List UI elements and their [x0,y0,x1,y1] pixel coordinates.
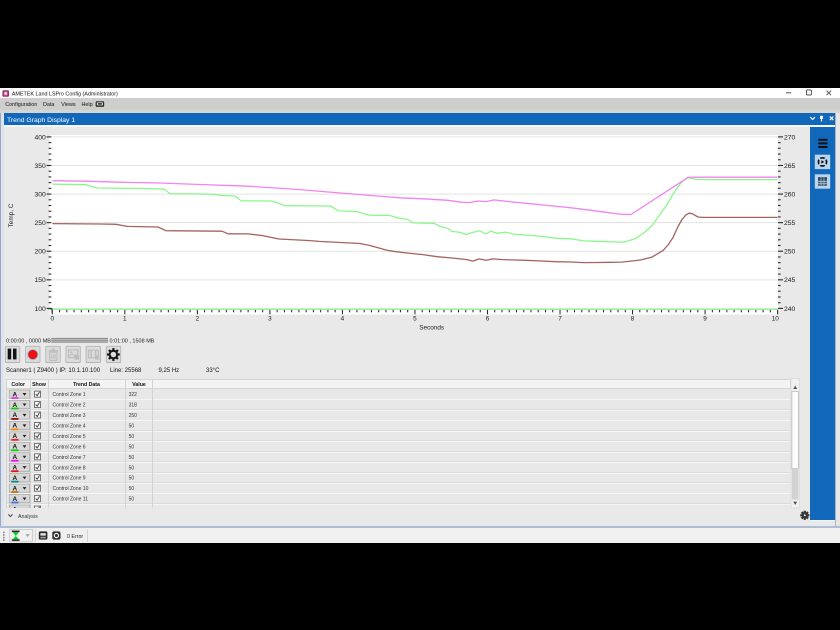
svg-text:Control Zone 11: Control Zone 11 [53,497,89,503]
svg-text:Views: Views [61,102,76,108]
svg-text:270: 270 [784,134,796,141]
svg-text:Control Zone 8: Control Zone 8 [53,465,86,471]
svg-text:4: 4 [341,316,345,323]
svg-text:10: 10 [772,316,780,323]
svg-text:0:01:00 , 1508 MB: 0:01:00 , 1508 MB [110,338,155,344]
svg-text:240: 240 [784,306,796,313]
svg-text:Control Zone 2: Control Zone 2 [53,403,86,409]
svg-text:Line: 25568: Line: 25568 [110,368,142,374]
svg-text:100: 100 [34,306,46,313]
svg-text:50: 50 [129,497,135,503]
svg-text:7: 7 [558,316,562,323]
svg-text:Color: Color [11,382,25,388]
svg-text:2: 2 [196,316,200,323]
svg-text:Control Zone 10: Control Zone 10 [53,486,89,492]
svg-text:250: 250 [784,249,796,256]
svg-text:150: 150 [34,277,46,284]
svg-text:50: 50 [129,434,135,440]
svg-text:3: 3 [268,316,272,323]
svg-text:Configuration: Configuration [5,102,37,108]
svg-text:265: 265 [784,163,796,170]
svg-text:6: 6 [486,316,490,323]
svg-text:322: 322 [129,392,138,398]
svg-text:Trend Graph Display 1: Trend Graph Display 1 [7,117,75,124]
svg-text:250: 250 [129,413,138,419]
svg-text:300: 300 [34,191,46,198]
svg-text:1: 1 [123,316,127,323]
svg-text:50: 50 [129,423,135,429]
svg-text:Data: Data [43,102,54,108]
svg-text:Show: Show [32,382,47,388]
svg-text:9,25 Hz: 9,25 Hz [159,368,180,374]
svg-text:Control Zone 6: Control Zone 6 [53,444,86,450]
svg-text:245: 245 [784,277,796,284]
svg-text:Control Zone 4: Control Zone 4 [53,423,86,429]
svg-text:9: 9 [703,316,707,323]
svg-text:5: 5 [413,316,417,323]
svg-text:50: 50 [129,444,135,450]
svg-text:400: 400 [34,134,46,141]
svg-text:A: A [12,506,17,513]
svg-text:Control Zone 1: Control Zone 1 [53,392,86,398]
svg-text:Analysis: Analysis [18,514,38,520]
svg-text:Control Zone 9: Control Zone 9 [53,476,86,482]
svg-text:8: 8 [631,316,635,323]
svg-text:50: 50 [129,476,135,482]
svg-text:Seconds: Seconds [419,324,444,331]
svg-text:50: 50 [129,465,135,471]
svg-text:318: 318 [129,403,138,409]
svg-text:0: 0 [51,316,55,323]
svg-text:260: 260 [784,191,796,198]
svg-text:Control Zone 7: Control Zone 7 [53,455,86,461]
svg-text:Control Zone 3: Control Zone 3 [53,413,86,419]
svg-text:0:00:00 , 0000 MB: 0:00:00 , 0000 MB [6,338,51,344]
svg-text:350: 350 [34,163,46,170]
svg-text:0 Error: 0 Error [67,534,83,540]
svg-text:Control Zone 5: Control Zone 5 [53,434,86,440]
svg-text:Value: Value [132,382,146,388]
svg-text:255: 255 [784,220,796,227]
svg-text:200: 200 [34,249,46,256]
svg-text:AMETEK Land LSPro Config (Admi: AMETEK Land LSPro Config (Administrator) [12,92,118,98]
svg-text:Scanner1 ( Z9400 ) IP: 10.1.1: Scanner1 ( Z9400 ) IP: 10.1.10.100 [6,368,101,374]
svg-text:Temp, C: Temp, C [8,203,15,227]
svg-text:Trend Data: Trend Data [73,382,100,388]
svg-text:50: 50 [129,455,135,461]
svg-text:250: 250 [34,220,46,227]
svg-text:Help: Help [82,102,93,108]
svg-text:33°C: 33°C [206,368,220,374]
svg-text:50: 50 [129,486,135,492]
